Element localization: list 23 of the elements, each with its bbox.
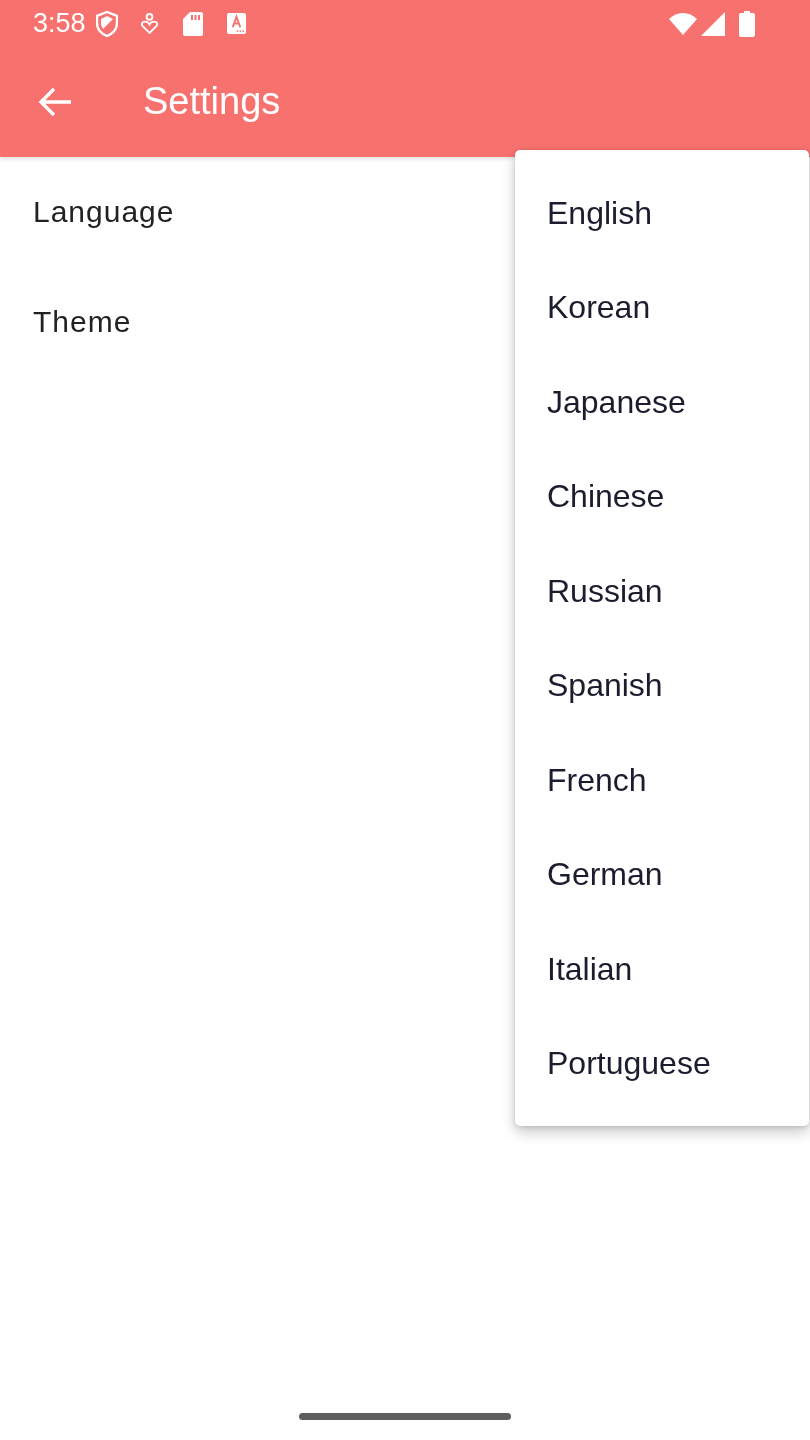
status-time: 3:58 [33, 10, 86, 37]
text-tile-icon [226, 13, 246, 34]
settings-item[interactable]: Theme [33, 305, 132, 339]
arrow-left-icon [38, 87, 72, 117]
menu-item[interactable]: Japanese [515, 355, 809, 450]
menu-item[interactable]: Russian [515, 544, 809, 639]
battery-icon [739, 10, 755, 37]
settings-item[interactable]: Language [33, 195, 175, 229]
menu-item[interactable]: English [515, 166, 809, 261]
menu-item[interactable]: Portuguese [515, 1016, 809, 1111]
signal-icon [701, 11, 725, 36]
menu-item[interactable]: Chinese [515, 449, 809, 544]
menu-item[interactable]: French [515, 733, 809, 828]
shield-icon [95, 10, 118, 37]
sd-card-icon [182, 11, 203, 36]
wifi-icon [669, 12, 697, 35]
menu-item[interactable]: Italian [515, 922, 809, 1017]
person-heart-icon [140, 13, 158, 34]
menu-item[interactable]: German [515, 827, 809, 922]
home-indicator[interactable] [299, 1412, 511, 1420]
menu-item[interactable]: Spanish [515, 638, 809, 733]
menu-item[interactable]: Korean [515, 260, 809, 355]
screen-title: Settings [143, 79, 281, 125]
